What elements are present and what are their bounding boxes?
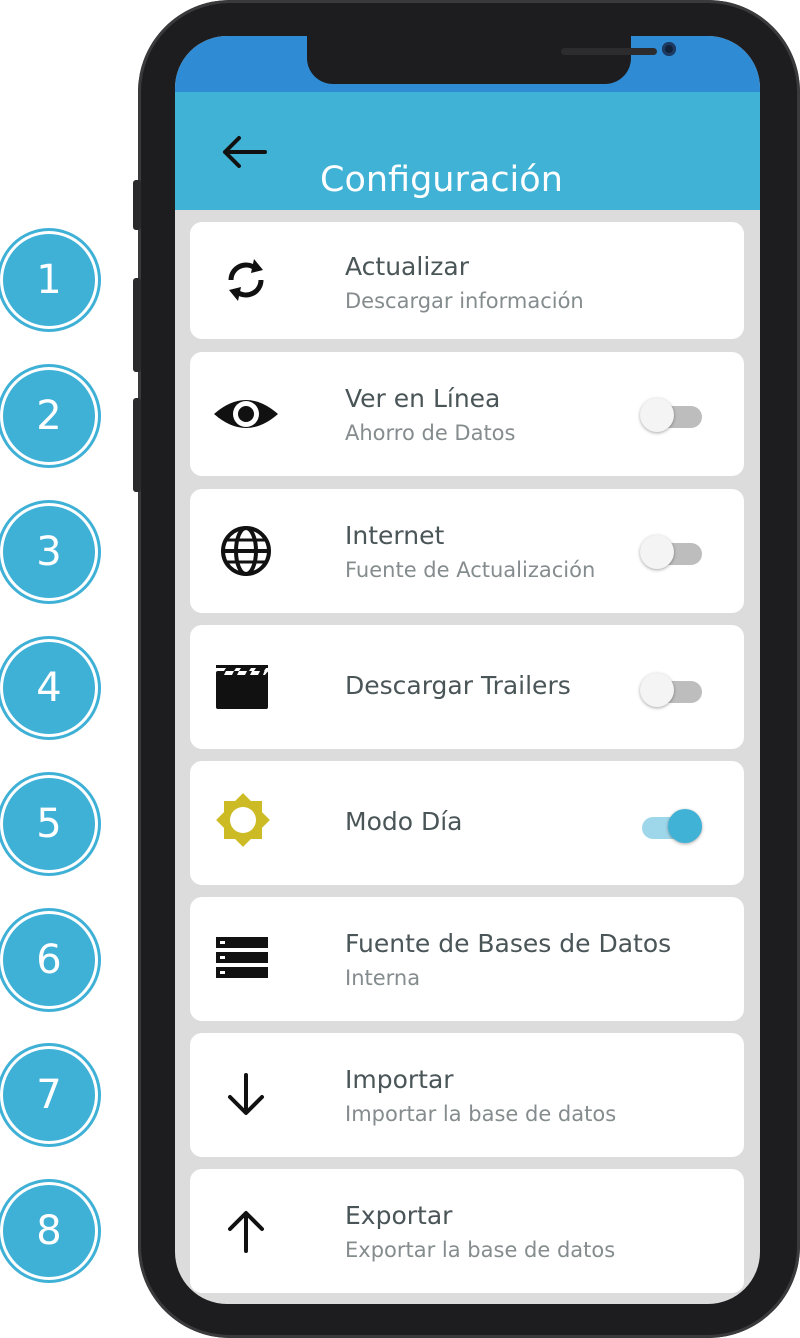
arrow-down-icon — [210, 1059, 282, 1131]
front-camera — [662, 42, 676, 56]
setting-importar[interactable]: Importar Importar la base de datos — [190, 1033, 744, 1157]
callout-6: 6 — [3, 914, 95, 1006]
setting-descargar-trailers[interactable]: Descargar Trailers — [190, 625, 744, 749]
globe-icon — [210, 515, 282, 587]
ver-en-linea-toggle[interactable] — [640, 398, 702, 434]
phone-volume-up — [133, 278, 141, 372]
setting-subtitle: Ahorro de Datos — [345, 421, 516, 445]
speaker-grille — [561, 48, 657, 55]
setting-modo-dia[interactable]: Modo Día — [190, 761, 744, 885]
callout-8: 8 — [3, 1185, 95, 1277]
setting-subtitle: Importar la base de datos — [345, 1102, 617, 1126]
callout-5: 5 — [3, 778, 95, 870]
setting-subtitle: Exportar la base de datos — [345, 1238, 616, 1262]
callout-4: 4 — [3, 642, 95, 734]
setting-title: Fuente de Bases de Datos — [345, 929, 672, 958]
callout-1: 1 — [3, 234, 95, 326]
setting-fuente-bases-de-datos[interactable]: Fuente de Bases de Datos Interna — [190, 897, 744, 1021]
modo-dia-toggle[interactable] — [640, 809, 702, 845]
phone-volume-down — [133, 398, 141, 492]
toggle-knob — [668, 809, 702, 843]
callout-3: 3 — [3, 506, 95, 598]
notch — [307, 36, 676, 84]
arrow-left-icon — [223, 136, 267, 168]
callout-2: 2 — [3, 370, 95, 462]
back-button[interactable] — [215, 128, 277, 176]
setting-title: Ver en Línea — [345, 384, 501, 413]
setting-title: Descargar Trailers — [345, 671, 571, 700]
callout-7: 7 — [3, 1049, 95, 1141]
toggle-knob — [640, 398, 674, 432]
setting-title: Importar — [345, 1065, 454, 1094]
eye-icon — [210, 378, 282, 450]
setting-title: Internet — [345, 521, 445, 550]
setting-subtitle: Interna — [345, 966, 421, 990]
internet-toggle[interactable] — [640, 535, 702, 571]
phone-screen: Configuración Actualizar Descargar infor… — [175, 36, 760, 1304]
setting-title: Actualizar — [345, 252, 469, 281]
toggle-knob — [640, 535, 674, 569]
sync-icon — [210, 244, 282, 316]
setting-exportar[interactable]: Exportar Exportar la base de datos — [190, 1169, 744, 1293]
arrow-up-icon — [210, 1195, 282, 1267]
phone-mute-switch — [133, 180, 141, 230]
setting-subtitle: Fuente de Actualización — [345, 558, 596, 582]
database-icon — [210, 923, 282, 995]
page-title: Configuración — [320, 160, 563, 200]
toggle-knob — [640, 673, 674, 707]
clapperboard-icon — [210, 651, 282, 723]
setting-actualizar[interactable]: Actualizar Descargar información — [190, 222, 744, 339]
setting-title: Modo Día — [345, 807, 463, 836]
setting-title: Exportar — [345, 1201, 453, 1230]
app-bar: Configuración — [175, 92, 760, 210]
sun-icon — [210, 787, 282, 859]
setting-ver-en-linea[interactable]: Ver en Línea Ahorro de Datos — [190, 352, 744, 476]
setting-subtitle: Descargar información — [345, 289, 584, 313]
setting-internet[interactable]: Internet Fuente de Actualización — [190, 489, 744, 613]
descargar-trailers-toggle[interactable] — [640, 673, 702, 709]
